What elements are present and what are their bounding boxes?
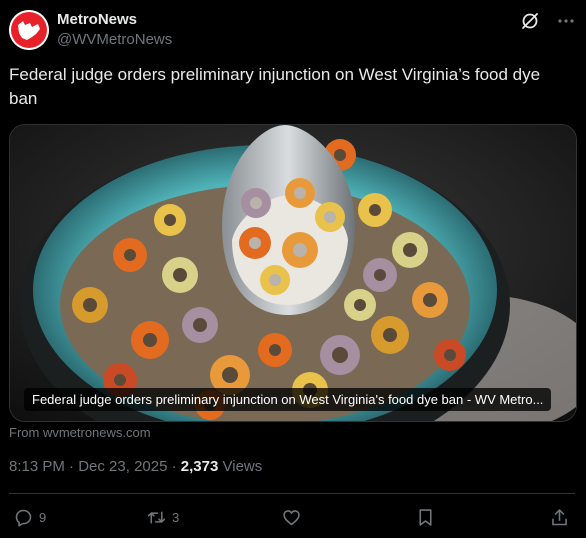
card-source[interactable]: From wvmetronews.com bbox=[9, 425, 151, 440]
reply-button[interactable]: 9 bbox=[13, 504, 46, 530]
card-caption: Federal judge orders preliminary injunct… bbox=[24, 388, 552, 411]
divider bbox=[9, 493, 575, 494]
tweet-header: MetroNews @WVMetroNews bbox=[9, 9, 577, 51]
meta-separator: · bbox=[171, 458, 181, 475]
author-display-name[interactable]: MetroNews bbox=[57, 10, 172, 30]
reply-count: 9 bbox=[39, 509, 47, 525]
tweet-text: Federal judge orders preliminary injunct… bbox=[9, 65, 541, 108]
tweet-time[interactable]: 8:13 PM bbox=[9, 458, 65, 475]
tweet-date[interactable]: Dec 23, 2025 bbox=[78, 458, 167, 475]
bookmark-icon bbox=[419, 508, 432, 526]
retweet-button[interactable]: 3 bbox=[146, 504, 179, 530]
grok-icon[interactable] bbox=[519, 10, 541, 32]
like-button[interactable] bbox=[281, 504, 302, 530]
action-bar: 9 3 bbox=[9, 504, 575, 530]
header-icons bbox=[519, 10, 577, 32]
metronews-logo-icon[interactable] bbox=[9, 10, 49, 50]
link-card[interactable]: Federal judge orders preliminary injunct… bbox=[9, 124, 577, 422]
article-image bbox=[10, 125, 576, 421]
author-names: MetroNews @WVMetroNews bbox=[57, 10, 172, 50]
share-icon bbox=[552, 508, 567, 525]
views-label: Views bbox=[222, 458, 263, 475]
bookmark-button[interactable] bbox=[415, 504, 436, 530]
tweet-meta: 8:13 PM · Dec 23, 2025 · 2,373 Views bbox=[9, 458, 262, 475]
more-icon[interactable] bbox=[555, 10, 577, 32]
author-handle[interactable]: @WVMetroNews bbox=[57, 30, 172, 50]
retweet-count: 3 bbox=[172, 509, 180, 525]
meta-separator: · bbox=[69, 458, 79, 475]
share-button[interactable] bbox=[549, 504, 570, 530]
retweet-icon bbox=[147, 510, 166, 524]
views-count: 2,373 bbox=[180, 458, 219, 475]
reply-icon bbox=[15, 509, 32, 527]
heart-icon bbox=[283, 509, 300, 525]
